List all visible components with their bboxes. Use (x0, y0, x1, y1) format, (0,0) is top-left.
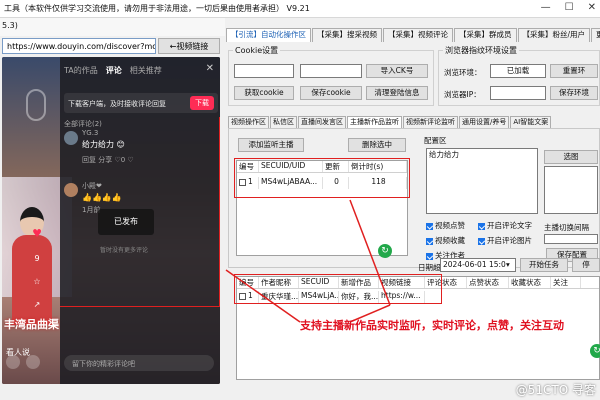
save-cookie-button[interactable]: 保存cookie (300, 86, 362, 100)
side-count-1: 9 (34, 254, 40, 263)
checkbox-like[interactable] (426, 222, 433, 230)
config-group-title: 配置区 (424, 136, 447, 145)
fingerprint-group-title: 浏览器指纹环境设置 (443, 45, 519, 56)
col-favorite-status: 收藏状态 (509, 277, 551, 288)
maximize-button[interactable]: ☐ (565, 2, 574, 13)
works-highlight-frame (234, 274, 442, 304)
checkbox-follow[interactable] (426, 252, 433, 260)
opt-favorite[interactable]: 视频收藏 (426, 235, 465, 246)
config-text-area[interactable]: 给力给力 (426, 148, 538, 214)
version-label: 5.3) (2, 21, 18, 30)
tab-new-works-monitor[interactable]: 主播新作品监听 (347, 116, 402, 128)
tab-comments[interactable]: 评论 (106, 65, 122, 76)
watermark: @51CTO 寻客 (515, 383, 596, 397)
video-link-button[interactable]: ←视频链接 (158, 38, 220, 54)
title-bar: 工具（本软件仅供学习交流使用，请勿用于非法用途，一切后果由使用者承担） V9.2… (0, 0, 600, 18)
tab-fans[interactable]: 【采集】粉丝/用户 (517, 28, 591, 42)
side-action-icons: ♥ 9 ☆ ↗ (30, 227, 44, 309)
col-like-status: 点赞状态 (467, 277, 509, 288)
checkbox-comment-image[interactable] (478, 237, 485, 245)
comment-input[interactable]: 留下你的精彩评论吧 (64, 355, 214, 371)
tab-automation[interactable]: 【引流】自动化操作区 (226, 28, 311, 42)
tab-works[interactable]: TA的作品 (64, 65, 98, 76)
download-button[interactable]: 下载 (190, 96, 214, 110)
url-row: ←视频链接 (0, 38, 225, 54)
sub-bar: 5.3) (0, 18, 225, 36)
date-picker[interactable]: 2024-06-01 15:0 (440, 258, 516, 272)
image-list[interactable] (544, 166, 598, 214)
main-tabs: 【引流】自动化操作区 【采集】搜采视频 【采集】视频评论 【采集】群成员 【采集… (226, 28, 600, 42)
highlight-frame (60, 117, 220, 307)
window-title: 工具（本软件仅供学习交流使用，请勿用于非法用途，一切后果由使用者承担） V9.2… (4, 4, 310, 13)
window-controls: — ☐ ✕ (541, 2, 596, 13)
download-notice: 下载客户端，及时接收评论回复 下载 (64, 93, 218, 113)
feature-annotation: 支持主播新作品实时监听，实时评论，点赞，关注互动 (300, 319, 564, 332)
ip-label: 浏览器IP： (444, 90, 481, 99)
get-cookie-button[interactable]: 获取cookie (234, 86, 294, 100)
ip-input[interactable] (490, 86, 546, 100)
date-label: 日期超 (418, 263, 441, 272)
comment-tabs: TA的作品 评论 相关推荐 (64, 65, 162, 76)
save-env-button[interactable]: 保存环境 (550, 86, 598, 100)
tab-ai-copy[interactable]: AI智能文案 (510, 116, 552, 128)
share-icon[interactable]: ↗ (34, 300, 41, 309)
checkbox-favorite[interactable] (426, 237, 433, 245)
reset-env-button[interactable]: 重置环 (550, 64, 598, 78)
import-ck-button[interactable]: 导入CK号 (366, 64, 428, 78)
opt-like[interactable]: 视频点赞 (426, 220, 465, 231)
tab-group-members[interactable]: 【采集】群成员 (454, 28, 517, 42)
close-button[interactable]: ✕ (588, 2, 596, 13)
date-dropdown-icon[interactable]: ▾ (506, 260, 510, 269)
cookie-group-title: Cookie设置 (233, 45, 281, 56)
comment-panel: TA的作品 评论 相关推荐 ✕ 下载客户端，及时接收评论回复 下载 全部评论(2… (60, 57, 220, 384)
config-text: 给力给力 (429, 150, 459, 159)
tab-video-ops[interactable]: 视频操作区 (228, 116, 269, 128)
stop-task-button[interactable]: 停 (572, 258, 600, 272)
add-monitor-button[interactable]: 添加监听主播 (238, 138, 304, 152)
delete-selected-button[interactable]: 删除选中 (348, 138, 406, 152)
star-icon[interactable]: ☆ (33, 277, 40, 286)
col-follow: 关注 (551, 277, 581, 288)
refresh-icon[interactable]: ↻ (378, 244, 392, 258)
video-preview: ♥ 9 ☆ ↗ 丰湾品曲渠 看人说 TA的作品 评论 相关推荐 ✕ 下载客户端，… (2, 57, 220, 384)
refresh-icon[interactable]: ↻ (590, 344, 600, 358)
table-highlight-frame (234, 158, 410, 198)
cookie-input-1[interactable] (234, 64, 294, 78)
env-loaded-button[interactable]: 已加载 (490, 64, 546, 78)
tab-related[interactable]: 相关推荐 (130, 65, 162, 76)
env-label: 浏览环境： (444, 68, 482, 77)
sub-tabs: 视频操作区 私信区 直播间发言区 主播新作品监听 视频新评论监听 通用设置/养号… (228, 116, 600, 128)
clear-login-button[interactable]: 清理登陆信息 (366, 86, 428, 100)
mouse-icon (26, 89, 46, 121)
video-caption: 丰湾品曲渠 (4, 318, 59, 331)
volume-icon[interactable] (26, 355, 40, 369)
tab-update[interactable]: 更新 (591, 28, 600, 42)
checkbox-comment-text[interactable] (478, 222, 485, 230)
interval-input[interactable] (544, 234, 598, 244)
play-icon[interactable] (6, 355, 20, 369)
tab-general-settings[interactable]: 通用设置/养号 (459, 116, 510, 128)
tab-video-comments[interactable]: 【采集】视频评论 (383, 28, 453, 42)
date-value: 2024-06-01 15:0 (443, 260, 506, 269)
notice-text: 下载客户端，及时接收评论回复 (68, 100, 166, 108)
select-image-button[interactable]: 选图 (544, 150, 598, 164)
close-icon[interactable]: ✕ (206, 63, 214, 74)
interval-label: 主播切换间隔 (544, 223, 589, 232)
url-input[interactable] (2, 38, 156, 54)
start-task-button[interactable]: 开始任务 (520, 258, 568, 272)
opt-comment-image[interactable]: 开启评论图片 (478, 235, 532, 246)
tab-search-video[interactable]: 【采集】搜采视频 (312, 28, 382, 42)
tab-private-msg[interactable]: 私信区 (270, 116, 297, 128)
heart-icon[interactable]: ♥ (32, 227, 42, 240)
tab-live-room[interactable]: 直播间发言区 (298, 116, 346, 128)
tab-new-comments-monitor[interactable]: 视频新评论监听 (403, 116, 458, 128)
minimize-button[interactable]: — (541, 2, 551, 13)
cookie-input-2[interactable] (300, 64, 362, 78)
opt-comment-text[interactable]: 开启评论文字 (478, 220, 532, 231)
